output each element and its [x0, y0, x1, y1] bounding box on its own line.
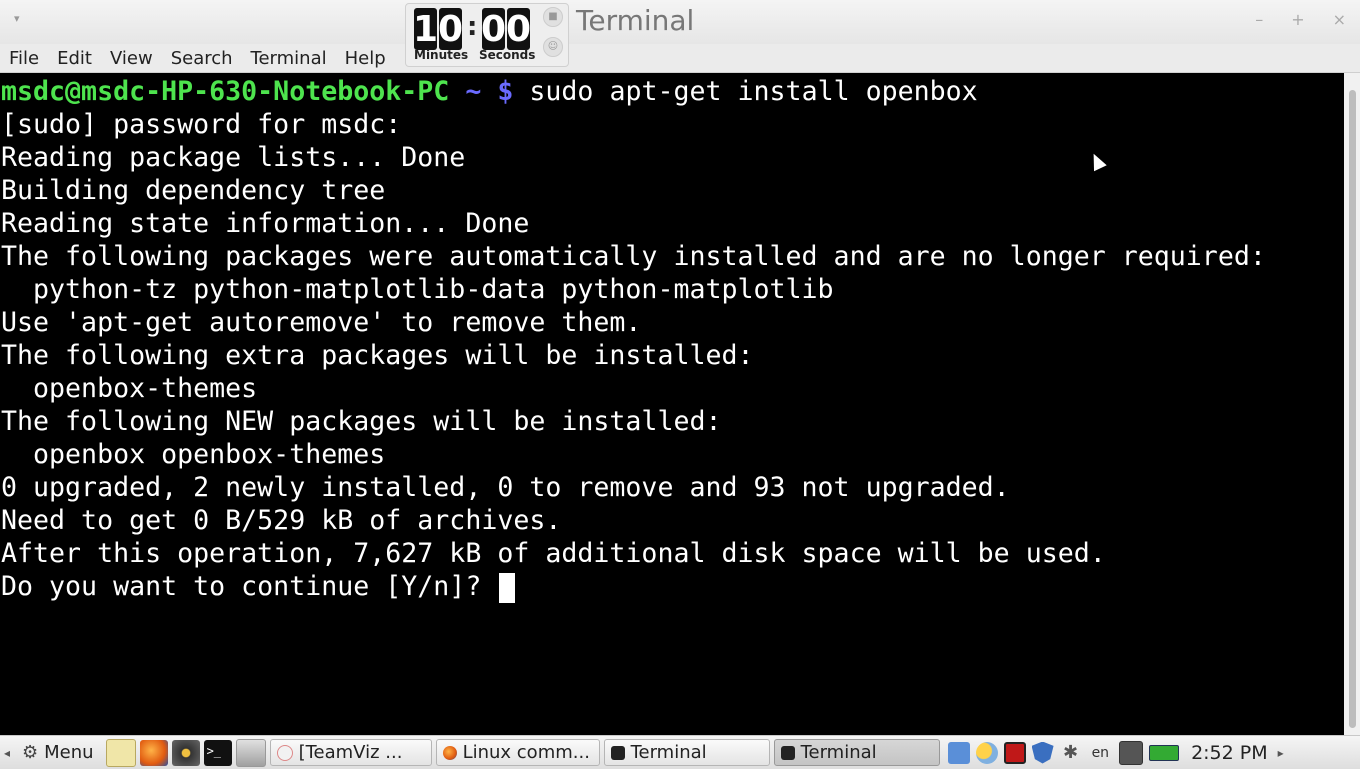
prompt-user: msdc@msdc-HP-630-Notebook-PC	[1, 76, 450, 107]
seconds-label: Seconds	[479, 48, 536, 62]
output-line: The following extra packages will be ins…	[1, 340, 754, 371]
minimize-button[interactable]: –	[1255, 10, 1263, 29]
title-bar: ▾ Terminal – + ×	[0, 0, 1360, 44]
seconds-display: 0 0	[480, 8, 532, 50]
tool-launcher-icon[interactable]	[235, 738, 266, 767]
stop-icon[interactable]: ■	[543, 7, 563, 27]
menu-file[interactable]: File	[0, 48, 48, 69]
output-line: Use 'apt-get autoremove' to remove them.	[1, 307, 642, 338]
battery-icon[interactable]	[1149, 744, 1180, 761]
timer-separator: :	[467, 12, 478, 42]
teamviz-icon	[276, 744, 293, 761]
dropbox-icon[interactable]	[947, 741, 970, 764]
minutes-digit-tens: 1	[412, 8, 439, 50]
start-menu-label: Menu	[44, 742, 94, 763]
block-icon[interactable]	[1003, 741, 1026, 764]
countdown-timer-widget: 1 0 : 0 0 Minutes Seconds ■ ☺	[405, 3, 569, 67]
task-label: Terminal	[630, 742, 707, 763]
menu-search[interactable]: Search	[162, 48, 242, 69]
command-line: msdc@msdc-HP-630-Notebook-PC ~ $ sudo ap…	[1, 75, 978, 108]
bluetooth-icon[interactable]: ✱	[1060, 742, 1082, 764]
keyboard-language-indicator[interactable]: en	[1088, 745, 1114, 761]
window-controls: – + ×	[1255, 10, 1346, 29]
system-tray: ✱ en	[947, 740, 1180, 765]
output-line: openbox openbox-themes	[1, 439, 386, 470]
weather-icon[interactable]	[975, 741, 998, 764]
text-editor-launcher-icon[interactable]	[105, 738, 136, 767]
output-line: [sudo] password for msdc:	[1, 109, 402, 140]
output-line: After this operation, 7,627 kB of additi…	[1, 538, 1106, 569]
taskbar-task-teamviz[interactable]: [TeamViz ...	[269, 739, 432, 766]
terminal-output[interactable]: msdc@msdc-HP-630-Notebook-PC ~ $ sudo ap…	[0, 73, 1344, 735]
clock[interactable]: 2:52 PM	[1179, 742, 1274, 764]
output-line: Reading state information... Done	[1, 208, 530, 239]
task-label: [TeamViz ...	[298, 742, 403, 763]
minutes-digit-ones: 0	[437, 8, 464, 50]
taskbar-task-linux-commands[interactable]: Linux comm...	[435, 739, 600, 766]
shield-icon[interactable]	[1031, 741, 1054, 764]
output-line: The following NEW packages will be insta…	[1, 406, 722, 437]
seconds-digit-ones: 0	[505, 8, 532, 50]
task-label: Linux comm...	[462, 742, 590, 763]
taskbar-task-terminal-2[interactable]: Terminal	[773, 739, 940, 766]
menu-bar: File Edit View Search Terminal Help	[0, 44, 1360, 73]
output-line: python-tz python-matplotlib-data python-…	[1, 274, 834, 305]
gear-icon: ⚙	[22, 742, 39, 763]
menu-edit[interactable]: Edit	[48, 48, 101, 69]
menu-terminal[interactable]: Terminal	[242, 48, 336, 69]
scrollbar-thumb[interactable]	[1349, 90, 1356, 728]
media-player-launcher-icon[interactable]	[171, 739, 200, 766]
face-icon[interactable]: ☺	[543, 37, 563, 57]
terminal-icon	[610, 745, 625, 760]
minutes-display: 1 0	[412, 8, 464, 50]
terminal-launcher-icon[interactable]: >_	[203, 739, 232, 766]
terminal-icon	[780, 745, 795, 760]
prompt-tilde: ~	[449, 76, 498, 107]
close-button[interactable]: ×	[1333, 10, 1346, 29]
window-menu-icon[interactable]: ▾	[14, 12, 20, 25]
text-cursor	[499, 572, 516, 603]
seconds-digit-tens: 0	[480, 8, 507, 50]
output-line: The following packages were automaticall…	[1, 241, 1266, 272]
terminal-scrollbar[interactable]	[1344, 73, 1360, 735]
taskbar-scroll-right-icon[interactable]: ▸	[1274, 746, 1288, 760]
menu-view[interactable]: View	[101, 48, 162, 69]
network-icon[interactable]	[1119, 740, 1144, 765]
command-text: sudo apt-get install openbox	[513, 76, 978, 107]
firefox-launcher-icon[interactable]	[139, 739, 168, 766]
output-line: Building dependency tree	[1, 175, 386, 206]
continue-question: Do you want to continue [Y/n]?	[1, 571, 498, 602]
maximize-button[interactable]: +	[1291, 10, 1304, 29]
window-title: Terminal	[576, 4, 695, 37]
taskbar: ◂ ⚙ Menu >_ [TeamViz ... Linux comm... T…	[0, 735, 1360, 769]
prompt-line: Do you want to continue [Y/n]?	[1, 570, 516, 603]
output-line: openbox-themes	[1, 373, 258, 404]
output-line: Need to get 0 B/529 kB of archives.	[1, 505, 562, 536]
prompt-dollar: $	[497, 76, 514, 107]
start-menu-button[interactable]: ⚙ Menu	[14, 742, 104, 763]
taskbar-task-terminal-1[interactable]: Terminal	[603, 739, 770, 766]
task-label: Terminal	[800, 742, 877, 763]
output-line: 0 upgraded, 2 newly installed, 0 to remo…	[1, 472, 1010, 503]
minutes-label: Minutes	[414, 48, 469, 62]
menu-help[interactable]: Help	[336, 48, 395, 69]
firefox-icon	[442, 745, 457, 760]
output-line: Reading package lists... Done	[1, 142, 466, 173]
taskbar-scroll-left-icon[interactable]: ◂	[0, 746, 14, 760]
